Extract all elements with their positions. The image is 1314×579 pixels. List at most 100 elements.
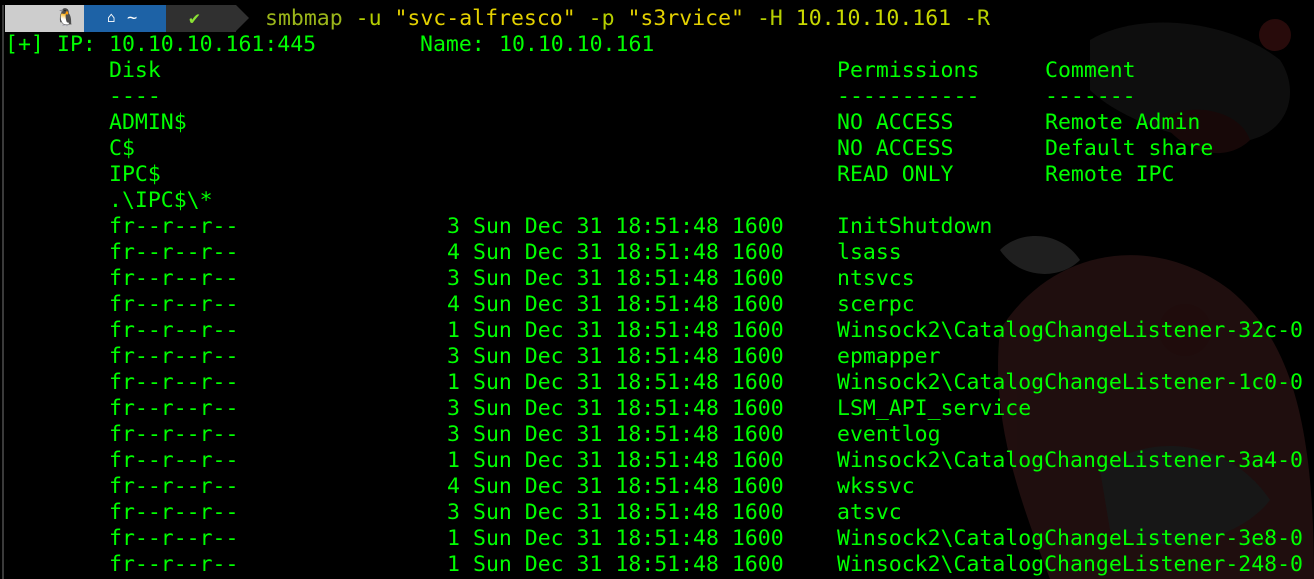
file-date: Sun Dec 31 18:51:48 1600 [473,552,784,577]
command-input[interactable]: smbmap -u "svc-alfresco" -p "s3rvice" -H… [265,5,990,32]
share-permissions: NO ACCESS [837,136,954,161]
linux-penguin-icon: 🐧 [55,8,77,28]
prompt-path: ~ [127,8,138,28]
file-size: 3 [447,214,460,239]
file-name: wkssvc [837,474,915,499]
file-name: LSM_API_service [837,396,1032,421]
file-size: 4 [447,292,460,317]
listing-path-line: .\IPC$\* [0,188,213,214]
ip-value: 10.10.10.161:445 [109,32,317,57]
home-icon: ⌂ [107,10,116,26]
check-icon: ✔ [189,8,200,29]
permissions-header: Permissions [837,58,980,83]
prompt-status-segment: ✔ [166,5,236,32]
command-password: "s3rvice" [627,6,744,31]
file-size: 4 [447,474,460,499]
file-size: 3 [447,344,460,369]
prompt-os-segment: 🐧 [5,5,84,32]
file-size: 1 [447,370,460,395]
file-date: Sun Dec 31 18:51:48 1600 [473,370,784,395]
file-date: Sun Dec 31 18:51:48 1600 [473,344,784,369]
share-permissions: READ ONLY [837,162,954,187]
prompt-line: 🐧 ⌂ ~ ✔ smbmap -u "svc-alfresco" -p "s3r… [0,5,1314,32]
file-mode: fr--r--r-- [109,214,239,239]
file-name: lsass [837,240,902,265]
command-name: smbmap [265,6,343,31]
ip-label: IP: [57,32,96,57]
file-name: Winsock2\CatalogChangeListener-3a4-0 [837,448,1303,473]
command-flag: -p [588,6,615,31]
name-value: 10.10.10.161 [499,32,655,57]
file-date: Sun Dec 31 18:51:48 1600 [473,266,784,291]
file-mode: fr--r--r-- [109,500,239,525]
file-name: epmapper [837,344,941,369]
file-size: 1 [447,448,460,473]
file-size: 3 [447,422,460,447]
file-name: scerpc [837,292,915,317]
ip-marker: [+] [5,32,44,57]
file-name: Winsock2\CatalogChangeListener-1c0-0 [837,370,1303,395]
name-label: Name: [420,32,485,57]
file-mode: fr--r--r-- [109,422,239,447]
file-mode: fr--r--r-- [109,526,239,551]
file-mode: fr--r--r-- [109,344,239,369]
file-date: Sun Dec 31 18:51:48 1600 [473,318,784,343]
command-flag: -u [355,6,382,31]
file-date: Sun Dec 31 18:51:48 1600 [473,526,784,551]
comment-header: Comment [1045,58,1136,83]
file-mode: fr--r--r-- [109,292,239,317]
disk-header: Disk [109,58,161,83]
listing-path: .\IPC$\* [109,188,213,213]
terminal-window[interactable]: 🐧 ⌂ ~ ✔ smbmap -u "svc-alfresco" -p "s3r… [0,0,1314,579]
file-date: Sun Dec 31 18:51:48 1600 [473,500,784,525]
file-size: 3 [447,266,460,291]
prompt-separator [236,5,249,31]
file-size: 1 [447,526,460,551]
share-disk: ADMIN$ [109,110,187,135]
file-mode: fr--r--r-- [109,448,239,473]
file-name: InitShutdown [837,214,993,239]
file-mode: fr--r--r-- [109,396,239,421]
file-mode: fr--r--r-- [109,266,239,291]
command-host: 10.10.10.161 [795,6,952,31]
file-name: atsvc [837,500,902,525]
share-comment: Default share [1045,136,1214,161]
disk-rule: ---- [109,84,161,109]
file-date: Sun Dec 31 18:51:48 1600 [473,396,784,421]
file-size: 3 [447,500,460,525]
command-flag: -R [964,6,990,31]
file-size: 3 [447,396,460,421]
comment-rule: ------- [1045,84,1136,109]
file-mode: fr--r--r-- [109,474,239,499]
file-date: Sun Dec 31 18:51:48 1600 [473,214,784,239]
file-name: Winsock2\CatalogChangeListener-32c-0 [837,318,1303,343]
file-date: Sun Dec 31 18:51:48 1600 [473,474,784,499]
file-name: eventlog [837,422,941,447]
share-header-row: Disk Permissions Comment [0,58,1136,84]
share-comment: Remote Admin [1045,110,1201,135]
command-user: "svc-alfresco" [394,6,576,31]
file-size: 1 [447,552,460,577]
file-size: 4 [447,240,460,265]
file-mode: fr--r--r-- [109,240,239,265]
command-flag: -H [756,6,783,31]
share-disk: IPC$ [109,162,161,187]
share-disk: C$ [109,136,135,161]
permissions-rule: ----------- [837,84,980,109]
file-name: Winsock2\CatalogChangeListener-248-0 [837,552,1303,577]
file-mode: fr--r--r-- [109,370,239,395]
file-date: Sun Dec 31 18:51:48 1600 [473,292,784,317]
share-comment: Remote IPC [1045,162,1175,187]
share-header-rule: ---- ----------- ------- [0,84,1136,110]
ip-line: [+] IP: 10.10.10.161:445 Name: 10.10.10.… [0,32,654,58]
file-date: Sun Dec 31 18:51:48 1600 [473,240,784,265]
file-name: Winsock2\CatalogChangeListener-3e8-0 [837,526,1303,551]
file-date: Sun Dec 31 18:51:48 1600 [473,448,784,473]
file-mode: fr--r--r-- [109,552,239,577]
file-name: ntsvcs [837,266,915,291]
file-size: 1 [447,318,460,343]
file-date: Sun Dec 31 18:51:48 1600 [473,422,784,447]
share-permissions: NO ACCESS [837,110,954,135]
prompt-path-segment: ⌂ ~ [84,5,166,32]
file-mode: fr--r--r-- [109,318,239,343]
